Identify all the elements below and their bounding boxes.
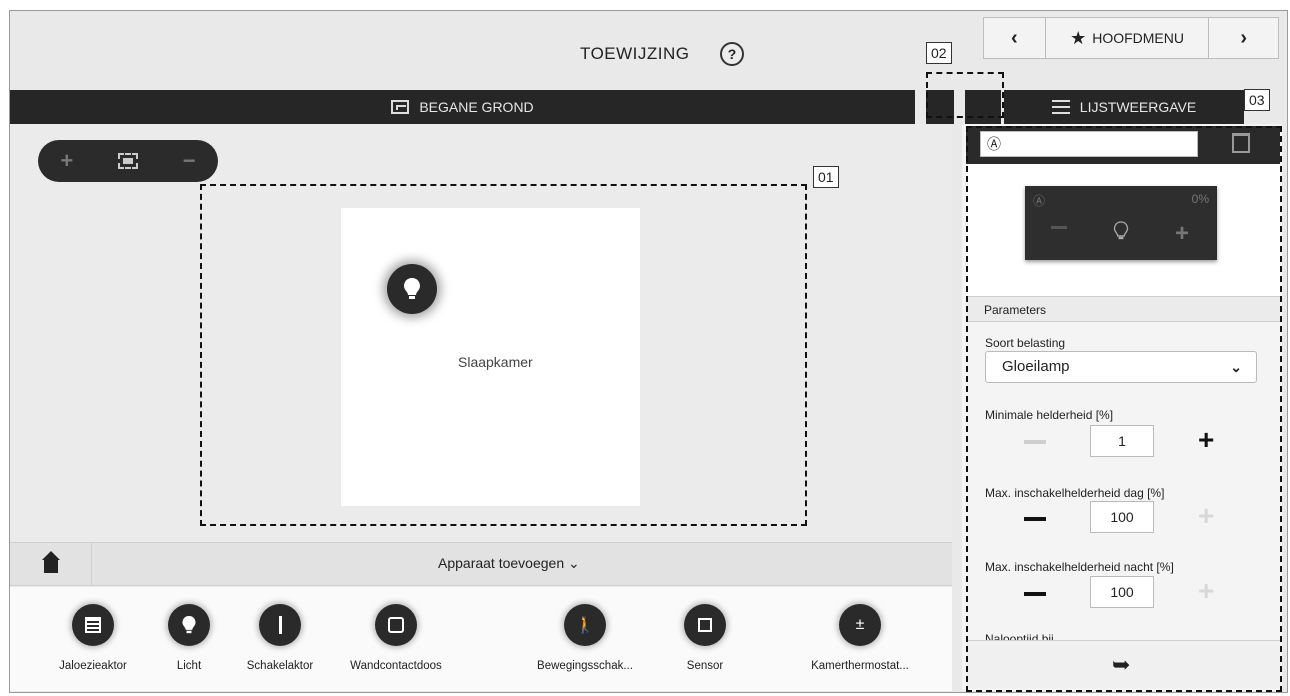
page-title: TOEWIJZING [580,44,690,63]
main-menu-button[interactable]: ★ HOOFDMENU [1046,18,1210,58]
device-label: Wandcontactdoos [350,660,442,672]
motion-sensor-icon: 🚶 [564,604,606,646]
floor-bar[interactable]: BEGANE GROND [10,90,915,124]
switch-icon [259,604,301,646]
lightbulb-icon [168,604,210,646]
list-icon [1051,100,1070,114]
lightbulb-icon [404,278,420,299]
highlight-02 [926,72,1004,118]
room-label: Slaapkamer [458,354,533,370]
home-button[interactable] [10,542,92,586]
device-switch-actuator[interactable]: Schakelaktor [240,604,320,672]
device-label: Licht [176,660,202,672]
add-device-label[interactable]: Apparaat toevoegen ⌄ [438,555,580,572]
sensor-icon [684,604,726,646]
marker-01: 01 [813,166,839,188]
marker-02: 02 [926,42,952,64]
device-motion-switch[interactable]: 🚶 Bewegingsschak... [530,604,640,672]
zoom-controls: + − [38,140,218,182]
device-sensor[interactable]: Sensor [680,604,730,672]
chevron-left-icon: ‹ [1010,26,1018,49]
star-icon: ★ [1070,27,1087,48]
device-blind-actuator[interactable]: Jaloezieaktor [58,604,128,672]
zoom-in-button[interactable]: + [60,148,73,174]
header: TOEWIJZING ? [10,11,960,89]
device-label: Schakelaktor [246,660,314,672]
main-menu-label: HOOFDMENU [1092,30,1184,46]
device-label: Sensor [686,660,724,672]
socket-icon [375,604,417,646]
light-device-on-plan[interactable] [387,264,437,314]
blind-icon [72,604,114,646]
list-view-label: LIJSTWEERGAVE [1079,99,1197,115]
prev-button[interactable]: ‹ [984,18,1046,58]
fit-screen-icon[interactable] [117,153,138,169]
thermometer-icon: ± [839,604,881,646]
chevron-right-icon: › [1240,26,1248,49]
next-button[interactable]: › [1209,18,1278,58]
list-view-button[interactable]: LIJSTWEERGAVE [1004,90,1244,124]
house-icon [41,551,60,573]
help-icon[interactable]: ? [720,42,744,66]
floor-label: BEGANE GROND [419,99,534,115]
device-label: Jaloezieaktor [59,660,127,672]
marker-03: 03 [1244,89,1270,111]
device-label: Kamerthermostat... [811,660,909,672]
device-socket[interactable]: Wandcontactdoos [346,604,446,672]
floor-plan-icon [391,100,410,114]
device-label: Bewegingsschak... [537,660,633,672]
device-room-thermostat[interactable]: ± Kamerthermostat... [800,604,920,672]
highlight-03 [966,126,1282,692]
main-nav: ‹ ★ HOOFDMENU › [983,17,1279,59]
device-light[interactable]: Licht [164,604,214,672]
zoom-out-button[interactable]: − [183,148,196,174]
